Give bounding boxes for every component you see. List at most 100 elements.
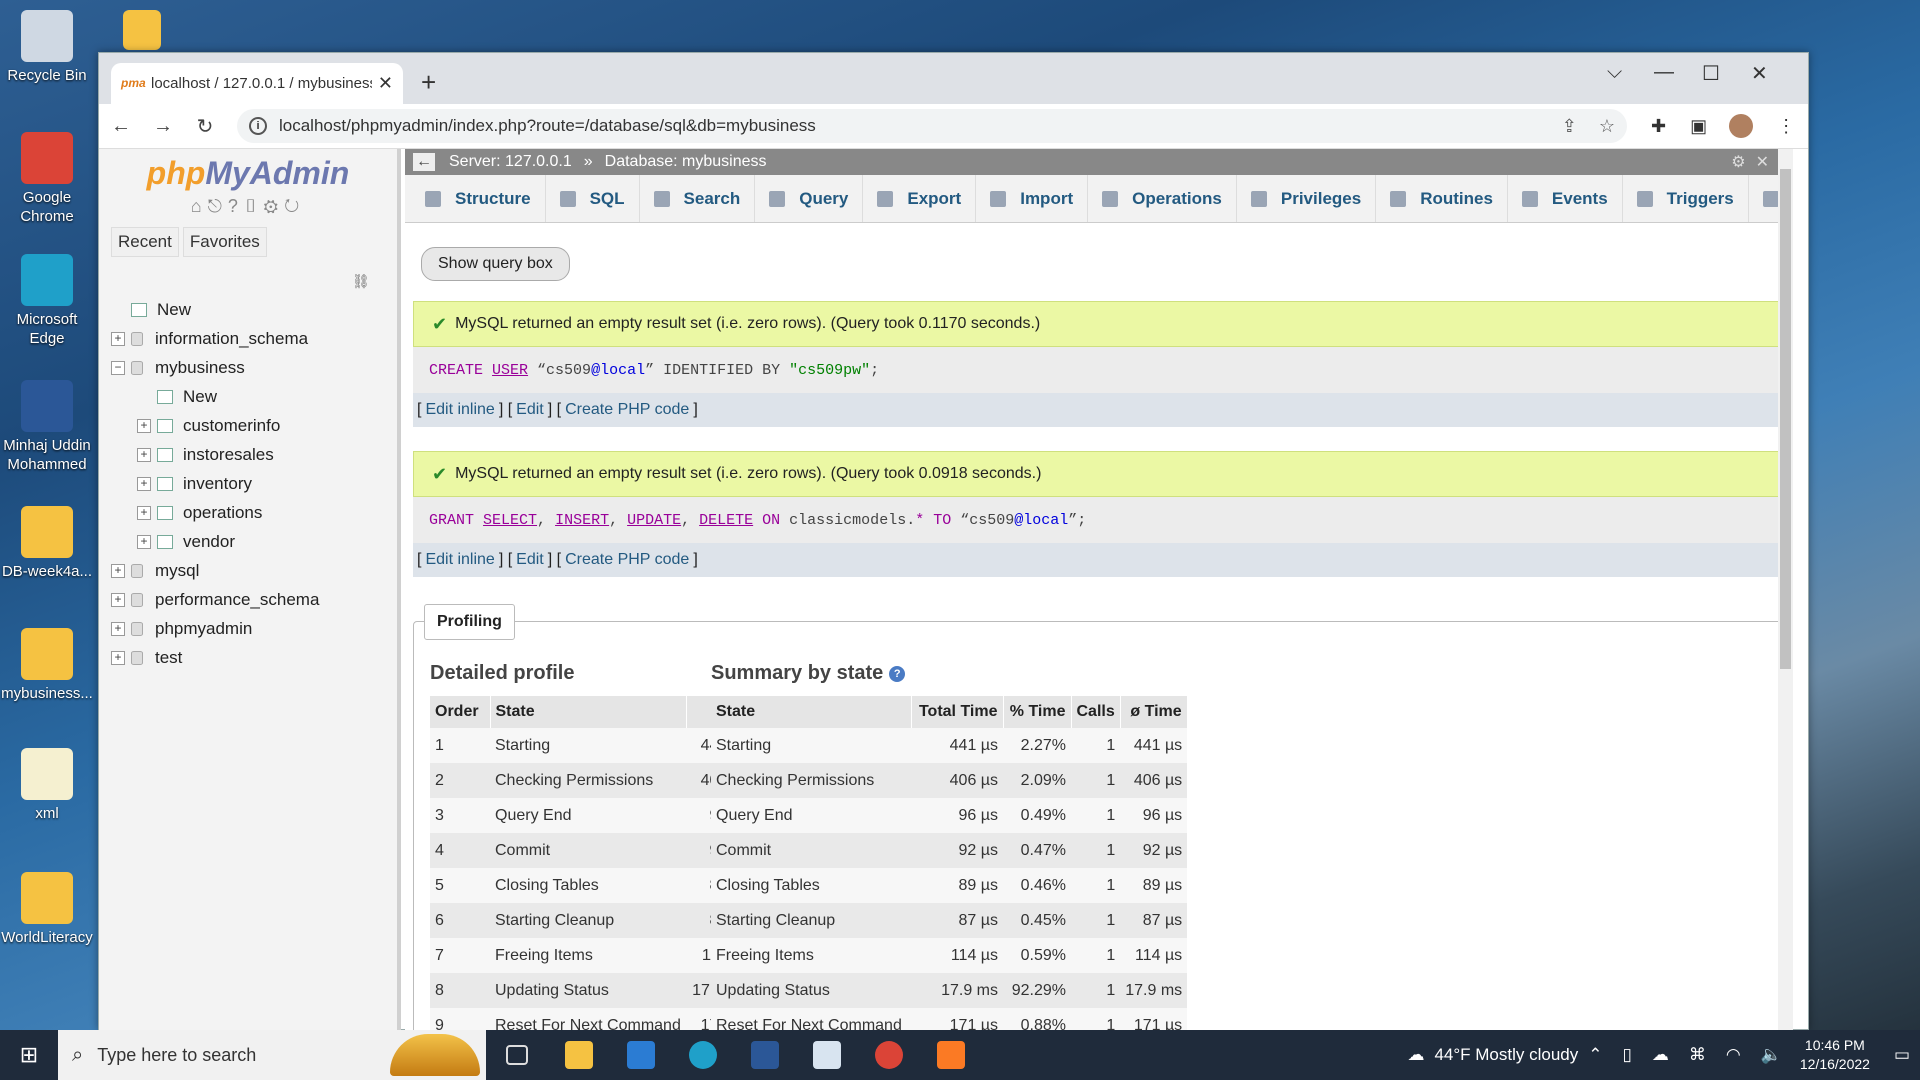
maximize-icon[interactable]: ☐ [1702,61,1720,86]
onedrive-icon[interactable]: ☁ [1652,1045,1669,1065]
expand-icon[interactable]: + [137,476,151,491]
show-hidden-icons-icon[interactable]: ⌃ [1588,1045,1602,1065]
tree-node-instoresales[interactable]: + instoresales [111,440,319,469]
logout-icon[interactable]: ⎋ [208,196,228,216]
site-info-icon[interactable]: i [249,117,267,135]
bookmark-star-icon[interactable]: ☆ [1599,116,1615,137]
menu-kebab-icon[interactable]: ⋮ [1777,116,1795,137]
scrollbar-thumb[interactable] [1780,169,1791,669]
notepad-icon[interactable] [796,1030,858,1080]
edit-link[interactable]: Edit [516,401,544,419]
tab-query[interactable]: Query [755,175,864,222]
word-icon[interactable] [734,1030,796,1080]
task-view-icon[interactable] [486,1030,548,1080]
expand-icon[interactable]: + [137,447,151,462]
expand-icon[interactable]: + [137,418,151,433]
extensions-icon[interactable]: ✚ [1651,116,1666,137]
minimize-icon[interactable]: — [1654,61,1674,84]
edge-icon[interactable] [672,1030,734,1080]
edit-inline-link[interactable]: Edit inline [425,401,494,419]
tab-import[interactable]: Import [976,175,1089,222]
network-icon[interactable]: ⌘ [1689,1045,1706,1065]
column-header[interactable]: State [490,696,687,728]
desktop-icon-folder[interactable]: DB-week4a... [0,506,94,581]
expand-icon[interactable]: + [111,331,125,346]
column-header[interactable]: State [711,696,912,728]
share-icon[interactable]: ⇪ [1562,116,1577,137]
desktop-icon-folder[interactable]: WorldLiteracy [0,872,94,947]
desktop-icon-microsoft-edge[interactable]: Microsoft Edge [0,254,94,348]
chrome-icon[interactable] [858,1030,920,1080]
column-header[interactable]: Calls [1071,696,1121,728]
taskbar-search-box[interactable]: ⌕ Type here to search [58,1030,486,1080]
collapse-nav-icon[interactable]: ← [413,153,435,171]
tab-privileges[interactable]: Privileges [1237,175,1377,222]
expand-icon[interactable]: + [111,650,125,665]
tab-operations[interactable]: Operations [1088,175,1237,222]
tree-node-test[interactable]: + test [111,643,319,672]
tree-node-mybusiness[interactable]: − mybusiness [111,353,319,382]
desktop-icon-google-chrome[interactable]: Google Chrome [0,132,94,226]
reload-icon[interactable]: ↻ [195,114,215,139]
new-tab-icon[interactable]: + [421,67,436,98]
tree-node-mysql[interactable]: + mysql [111,556,319,585]
tree-node-inventory[interactable]: + inventory [111,469,319,498]
settings-gear-icon[interactable]: ⚙ [264,196,285,216]
clock[interactable]: 10:46 PM 12/16/2022 [1800,1036,1870,1074]
address-bar[interactable]: i localhost/phpmyadmin/index.php?route=/… [237,109,1627,143]
tab-search-icon[interactable]: ⌵ [1607,61,1622,84]
close-window-icon[interactable]: ✕ [1751,61,1768,86]
tree-node-New[interactable]: New [111,382,319,411]
column-header[interactable]: ø Time [1120,696,1188,728]
edit-link[interactable]: Edit [516,551,544,569]
tree-node-phpmyadmin[interactable]: + phpmyadmin [111,614,319,643]
expand-icon[interactable]: + [111,563,125,578]
tab-sql[interactable]: SQL [546,175,640,222]
desktop-icon-recycle-bin[interactable]: Recycle Bin [0,10,94,85]
mail-icon[interactable] [610,1030,672,1080]
profile-avatar[interactable] [1729,114,1754,138]
close-tab-icon[interactable]: ✕ [378,73,393,94]
column-header[interactable]: Total Time [911,696,1004,728]
create-php-code-link[interactable]: Create PHP code [565,401,689,419]
tab-events[interactable]: Events [1508,175,1623,222]
page-settings-icon[interactable]: ⚙✕ [1731,152,1779,172]
show-query-box-button[interactable]: Show query box [421,247,570,281]
desktop-icon-folder[interactable]: mybusiness... [0,628,94,703]
help-icon[interactable]: ? [889,665,906,682]
tree-node-operations[interactable]: + operations [111,498,319,527]
tab-triggers[interactable]: Triggers [1623,175,1749,222]
desktop-icon-file[interactable] [120,10,164,54]
column-header[interactable]: Order [430,696,491,728]
back-icon[interactable]: ← [111,115,131,138]
tab-routines[interactable]: Routines [1376,175,1508,222]
column-header[interactable]: % Time [1003,696,1072,728]
volume-icon[interactable]: 🔈 [1761,1045,1782,1065]
phpmyadmin-logo[interactable]: phpMyAdmin [99,155,397,192]
help-icon[interactable]: ? [228,196,244,216]
profiling-tab[interactable]: Profiling [424,604,515,640]
notifications-icon[interactable]: ▭ [1894,1045,1910,1065]
forward-icon[interactable]: → [153,115,173,138]
favorites-tab[interactable]: Favorites [182,227,267,257]
tree-node-performance-schema[interactable]: + performance_schema [111,585,319,614]
tree-node-vendor[interactable]: + vendor [111,527,319,556]
expand-icon[interactable]: + [111,592,125,607]
desktop-icon-word-document[interactable]: Minhaj Uddin Mohammed [0,380,94,474]
refresh-icon[interactable]: ↻ [284,196,305,216]
browser-tab[interactable]: pma localhost / 127.0.0.1 / mybusiness ✕ [111,63,403,104]
xampp-icon[interactable] [920,1030,982,1080]
wifi-icon[interactable]: ◠ [1726,1045,1741,1065]
vertical-scrollbar[interactable] [1778,149,1793,1031]
windows-start-icon[interactable]: ⊞ [0,1042,58,1068]
expand-icon[interactable]: + [111,621,125,636]
tree-node-information-schema[interactable]: + information_schema [111,324,319,353]
tab-export[interactable]: Export [863,175,977,222]
home-icon[interactable]: ⌂ [191,196,208,216]
recent-tab[interactable]: Recent [111,227,179,257]
docs-icon[interactable]: ▯ [244,196,264,216]
link-with-main-panel-icon[interactable]: ⛓ [352,273,370,290]
create-php-code-link[interactable]: Create PHP code [565,551,689,569]
collapse-icon[interactable]: − [111,360,125,375]
tab-structure[interactable]: Structure [411,175,546,222]
